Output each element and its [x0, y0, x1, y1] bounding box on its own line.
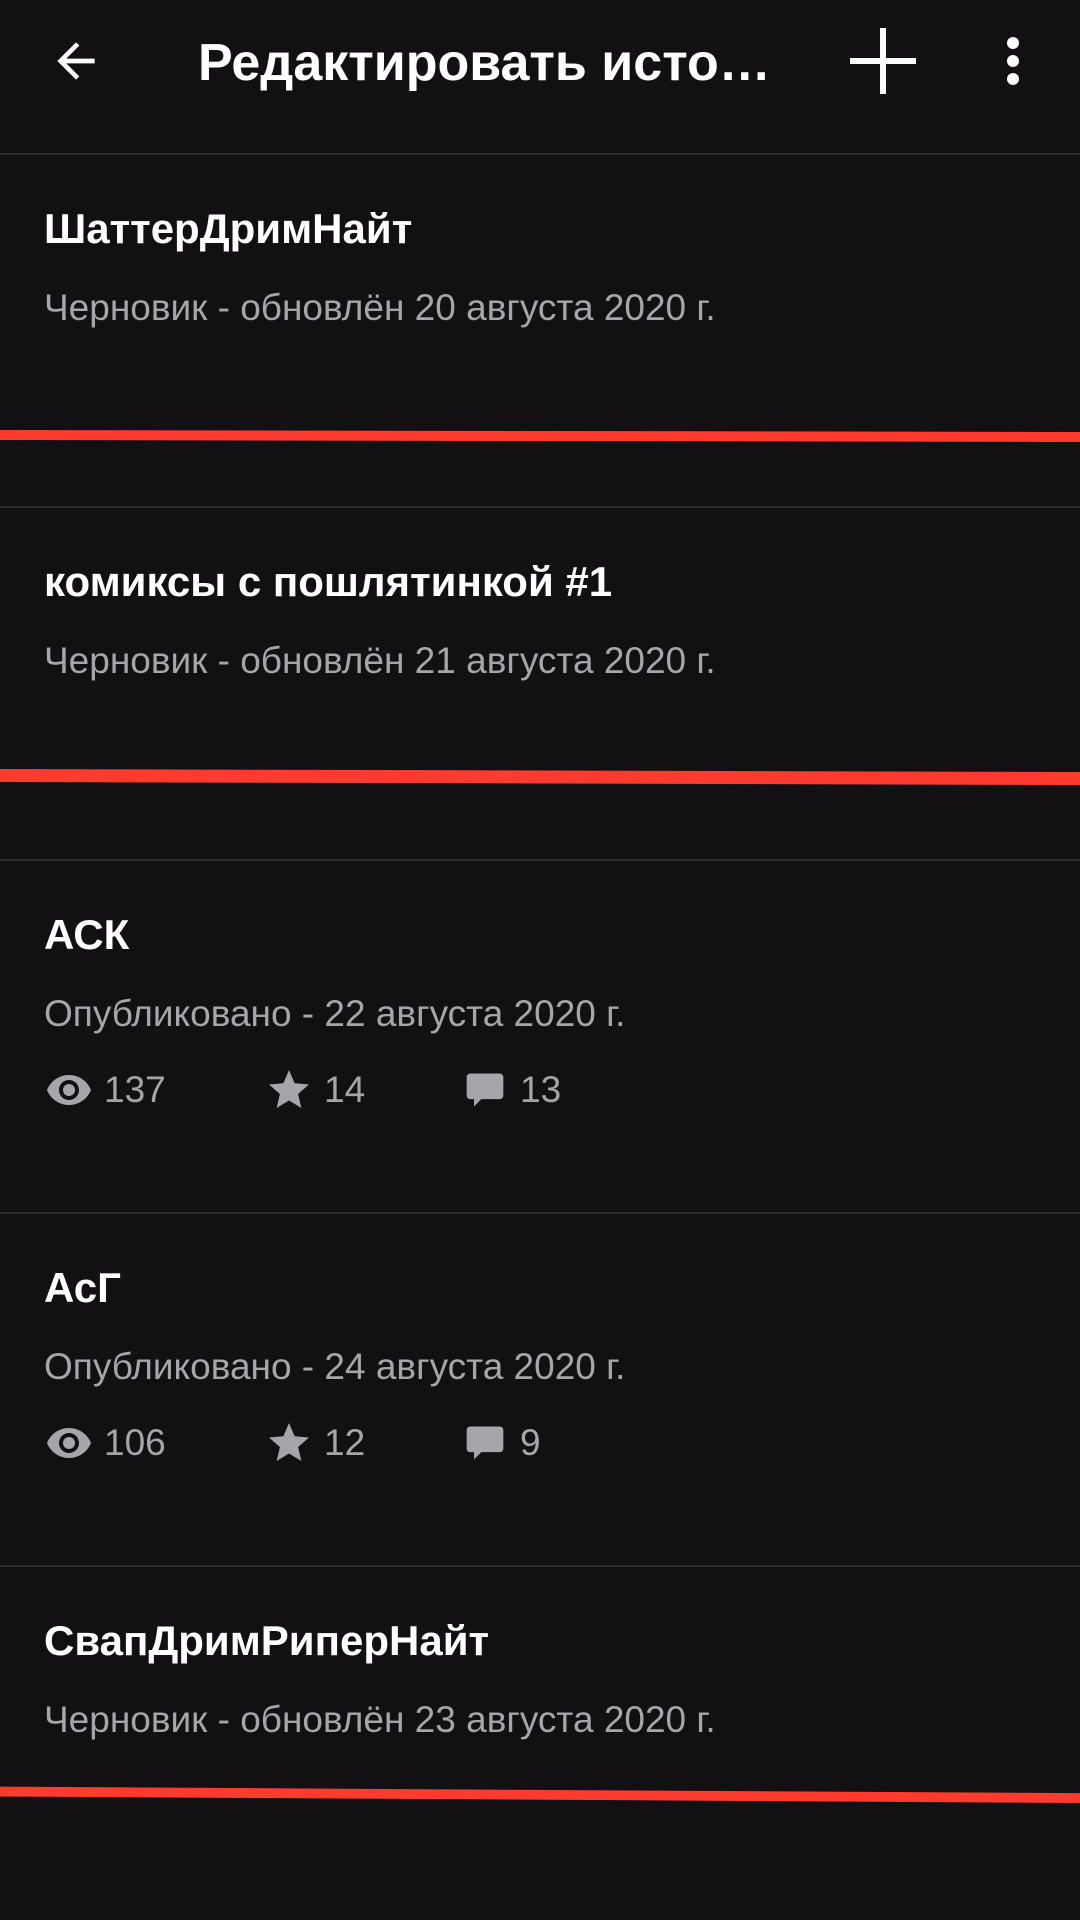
story-status: Опубликовано - 22 августа 2020 г. — [44, 993, 626, 1034]
star-icon — [269, 1423, 309, 1461]
votes-count: 12 — [324, 1422, 366, 1463]
votes-count: 14 — [324, 1069, 366, 1110]
page-title: Редактировать исто… — [198, 34, 771, 92]
new-story-button[interactable] — [838, 16, 928, 106]
top-app-bar: Редактировать исто… — [0, 0, 1080, 155]
plus-icon — [850, 28, 916, 94]
comments-stat: 13 — [460, 1065, 561, 1115]
story-title: АСК — [44, 911, 130, 958]
more-options-button[interactable] — [980, 16, 1046, 106]
eye-icon — [47, 1075, 91, 1105]
views-count: 106 — [104, 1422, 166, 1463]
story-status: Черновик - обновлён 20 августа 2020 г. — [44, 287, 716, 328]
story-list: ШаттерДримНайт Черновик - обновлён 20 ав… — [0, 155, 1080, 1920]
story-title: СвапДримРиперНайт — [44, 1617, 490, 1664]
story-status: Опубликовано - 24 августа 2020 г. — [44, 1346, 626, 1387]
votes-stat: 14 — [264, 1065, 365, 1115]
list-item[interactable]: АСК Опубликовано - 22 августа 2020 г. 13… — [0, 861, 1080, 1214]
back-button[interactable] — [36, 16, 116, 106]
eye-icon — [47, 1428, 91, 1458]
more-vertical-icon — [1007, 37, 1019, 85]
app-screen: Редактировать исто… ШаттерДримНайт Черно… — [0, 0, 1080, 1912]
list-item[interactable]: ШаттерДримНайт Черновик - обновлён 20 ав… — [0, 155, 1080, 508]
comments-count: 13 — [520, 1069, 562, 1110]
arrow-left-icon — [57, 42, 95, 80]
list-item[interactable]: АсГ Опубликовано - 24 августа 2020 г. 10… — [0, 1214, 1080, 1567]
comments-count: 9 — [520, 1422, 541, 1463]
list-item[interactable]: комиксы с пошлятинкой #1 Черновик - обно… — [0, 508, 1080, 861]
views-stat: 106 — [44, 1418, 166, 1468]
story-status: Черновик - обновлён 23 августа 2020 г. — [44, 1699, 716, 1740]
views-stat: 137 — [44, 1065, 166, 1115]
story-stats: 137 14 13 — [44, 1065, 744, 1115]
story-status: Черновик - обновлён 21 августа 2020 г. — [44, 640, 716, 681]
votes-stat: 12 — [264, 1418, 365, 1468]
comments-stat: 9 — [460, 1418, 541, 1468]
comment-icon — [466, 1073, 504, 1107]
list-item[interactable]: СвапДримРиперНайт Черновик - обновлён 23… — [0, 1567, 1080, 1920]
story-title: АсГ — [44, 1264, 121, 1311]
views-count: 137 — [104, 1069, 166, 1110]
star-icon — [269, 1070, 309, 1108]
story-stats: 106 12 9 — [44, 1418, 744, 1468]
story-title: комиксы с пошлятинкой #1 — [44, 558, 613, 605]
story-title: ШаттерДримНайт — [44, 205, 413, 252]
comment-icon — [466, 1426, 504, 1460]
